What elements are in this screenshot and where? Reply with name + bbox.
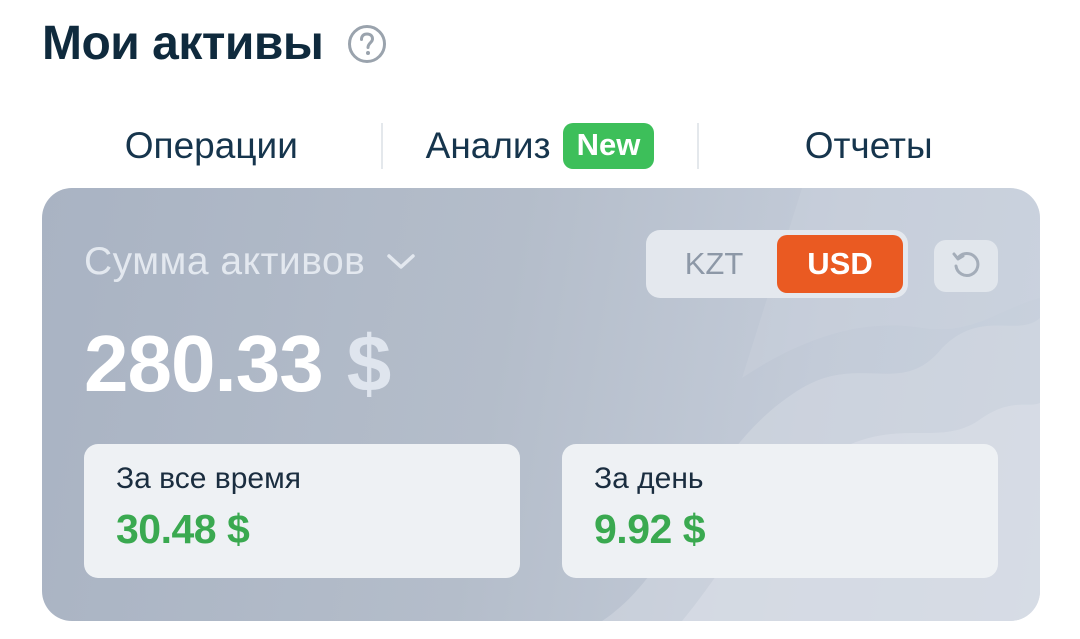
assets-summary-card: Сумма активов 280.33 $ KZT USD За все вр… — [42, 188, 1040, 621]
tab-label: Анализ — [425, 125, 551, 166]
day-label: За день — [594, 462, 704, 495]
tab-analysis[interactable]: Анализ New — [383, 118, 698, 174]
chevron-down-icon — [385, 252, 417, 272]
refresh-button[interactable] — [934, 240, 998, 292]
refresh-icon — [949, 247, 983, 286]
currency-option-kzt[interactable]: KZT — [651, 235, 777, 293]
sum-selector-label: Сумма активов — [84, 240, 366, 283]
header: Мои активы — [42, 16, 387, 71]
all-time-label: За все время — [116, 462, 301, 495]
tabs-bar: Операции Анализ New Отчеты — [42, 118, 1038, 174]
tab-operations[interactable]: Операции — [42, 118, 381, 174]
assets-sum-selector[interactable]: Сумма активов — [84, 240, 417, 284]
currency-option-usd[interactable]: USD — [777, 235, 903, 293]
tab-label: Отчеты — [804, 125, 933, 166]
tab-reports[interactable]: Отчеты — [699, 118, 1038, 174]
currency-toggle: KZT USD — [646, 230, 908, 298]
tab-label: Операции — [124, 125, 298, 166]
day-value: 9.92 $ — [594, 506, 706, 552]
total-amount: 280.33 — [84, 319, 324, 408]
page-title: Мои активы — [42, 17, 324, 70]
total-currency-symbol: $ — [346, 319, 391, 408]
all-time-profit-card: За все время 30.48 $ — [84, 444, 520, 578]
all-time-value: 30.48 $ — [116, 506, 250, 552]
total-assets-value: 280.33 $ — [84, 318, 391, 410]
new-badge: New — [562, 123, 655, 169]
day-profit-card: За день 9.92 $ — [562, 444, 998, 578]
question-circle-icon[interactable] — [347, 24, 387, 64]
